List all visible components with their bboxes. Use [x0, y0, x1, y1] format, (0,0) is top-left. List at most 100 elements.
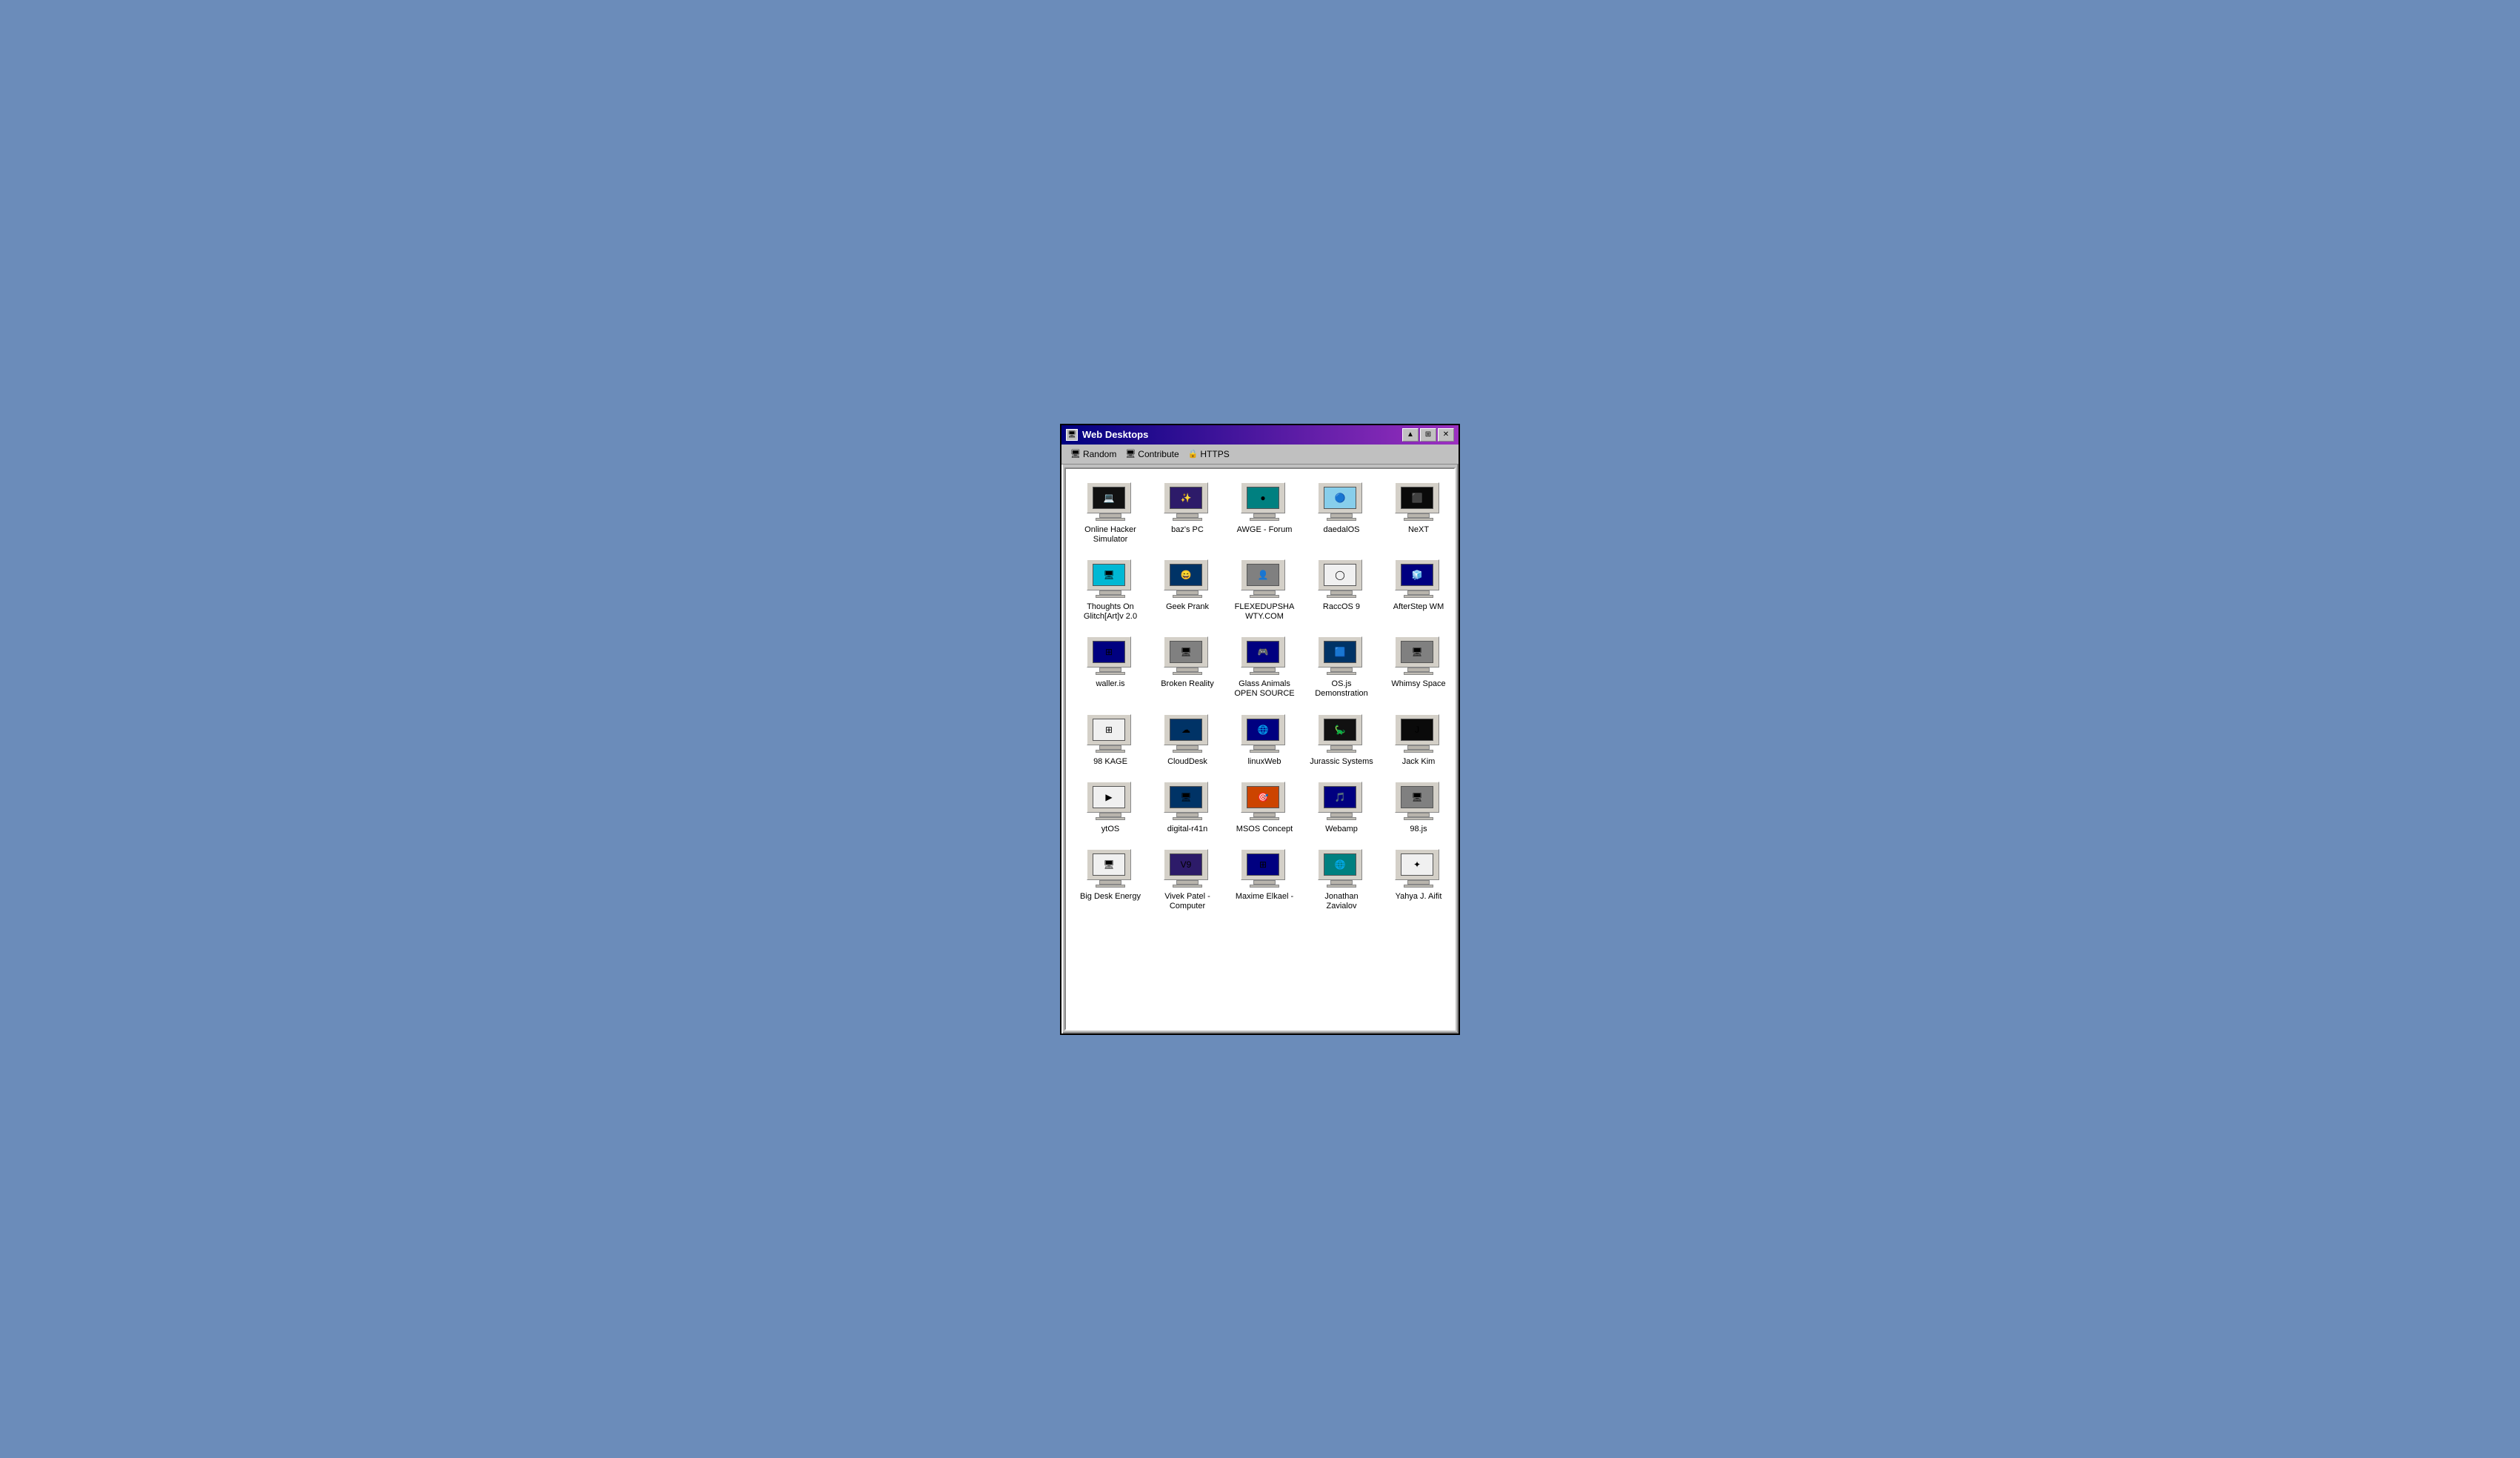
desktop-item-broken-reality[interactable]: 🖥 Broken Reality	[1152, 632, 1223, 703]
desktop-item-jurassic-systems[interactable]: 🦕 Jurassic Systems	[1306, 710, 1377, 771]
monitor-body: 🖥	[1087, 849, 1131, 880]
monitor-screen: 🖥	[1401, 641, 1433, 663]
close-button[interactable]: ✕	[1438, 428, 1454, 442]
monitor-screen: V9	[1170, 853, 1202, 876]
monitor-stand	[1327, 885, 1356, 888]
desktop-item-afterstep[interactable]: 🧊 AfterStep WM	[1383, 555, 1454, 626]
monitor-icon: J	[1395, 714, 1442, 753]
item-label: Webamp	[1325, 825, 1358, 834]
menu-https-label: HTTPS	[1200, 449, 1229, 459]
monitor-stand	[1096, 750, 1125, 753]
desktop-item-glass-animals[interactable]: 🎮 Glass Animals OPEN SOURCE	[1229, 632, 1300, 703]
monitor-body: 🎵	[1318, 782, 1362, 813]
item-label: MSOS Concept	[1236, 825, 1293, 834]
desktop-item-vivek-patel[interactable]: V9 Vivek Patel - Computer	[1152, 845, 1223, 916]
desktop-item-awge-forum[interactable]: ● AWGE - Forum	[1229, 478, 1300, 549]
monitor-body: ⊞	[1087, 714, 1131, 745]
minimize-button[interactable]: ▲	[1402, 428, 1419, 442]
monitor-body: 🌐	[1318, 849, 1362, 880]
monitor-screen: 🧊	[1401, 564, 1433, 586]
main-window: 🖥 Web Desktops ▲ ⊞ ✕ 🖥 Random 🖥 Contribu…	[1060, 424, 1460, 1035]
desktop-item-maxime-elkael[interactable]: ⊞ Maxime Elkael -	[1229, 845, 1300, 916]
maximize-button[interactable]: ⊞	[1420, 428, 1436, 442]
item-label: 98 KAGE	[1093, 757, 1127, 767]
monitor-screen: 🔵	[1324, 487, 1356, 509]
monitor-icon: ◯	[1318, 559, 1365, 598]
monitor-body: 🖥	[1395, 636, 1439, 668]
monitor-icon: ⊞	[1087, 714, 1134, 753]
menu-https[interactable]: 🔒 HTTPS	[1185, 447, 1233, 461]
monitor-body: ●	[1241, 482, 1285, 513]
desktop-item-thoughts-glitch[interactable]: 🖥 Thoughts On Glitch[Art]v 2.0	[1075, 555, 1146, 626]
desktop-item-ytos[interactable]: ▶ ytOS	[1075, 777, 1146, 839]
monitor-icon: 🖥	[1164, 636, 1211, 675]
desktop-item-raccos9[interactable]: ◯ RaccOS 9	[1306, 555, 1377, 626]
monitor-body: 😄	[1164, 559, 1208, 590]
desktop-item-bazs-pc[interactable]: ✨ baz's PC	[1152, 478, 1223, 549]
desktop-item-online-hacker[interactable]: 💻 Online Hacker Simulator	[1075, 478, 1146, 549]
monitor-body: 🦕	[1318, 714, 1362, 745]
desktop-item-msos-concept[interactable]: 🎯 MSOS Concept	[1229, 777, 1300, 839]
monitor-stand	[1327, 595, 1356, 598]
monitor-body: ◯	[1318, 559, 1362, 590]
monitor-screen: 🖥	[1093, 853, 1125, 876]
item-label: daedalOS	[1324, 525, 1360, 535]
desktop-item-yahya-aifit[interactable]: ✦ Yahya J. Aifit	[1383, 845, 1454, 916]
monitor-screen: J	[1401, 719, 1433, 741]
item-label: RaccOS 9	[1323, 602, 1360, 612]
item-label: Geek Prank	[1166, 602, 1209, 612]
desktop-item-next[interactable]: ⬛ NeXT	[1383, 478, 1454, 549]
monitor-stand	[1327, 518, 1356, 521]
monitor-body: ✨	[1164, 482, 1208, 513]
monitor-body: ⊞	[1241, 849, 1285, 880]
menu-random[interactable]: 🖥 Random	[1067, 447, 1119, 461]
desktop-item-daedal-os[interactable]: 🔵 daedalOS	[1306, 478, 1377, 549]
monitor-stand	[1327, 750, 1356, 753]
monitor-body: 🟦	[1318, 636, 1362, 668]
monitor-stand	[1173, 518, 1202, 521]
monitor-icon: 🖥	[1395, 782, 1442, 820]
desktop-item-waller[interactable]: ⊞ waller.is	[1075, 632, 1146, 703]
desktop-item-jack-kim[interactable]: J Jack Kim	[1383, 710, 1454, 771]
monitor-screen: ✦	[1401, 853, 1433, 876]
desktop-item-jonathan-zavialov[interactable]: 🌐 Jonathan Zavialov	[1306, 845, 1377, 916]
desktop-item-clouddesk[interactable]: ☁ CloudDesk	[1152, 710, 1223, 771]
item-label: Whimsy Space	[1391, 679, 1445, 689]
monitor-icon: 💻	[1087, 482, 1134, 521]
content-area[interactable]: 💻 Online Hacker Simulator ✨ baz's PC ● A…	[1064, 467, 1456, 1031]
monitor-icon: 🎵	[1318, 782, 1365, 820]
monitor-body: 👤	[1241, 559, 1285, 590]
desktop-item-98js[interactable]: 🖥 98.js	[1383, 777, 1454, 839]
monitor-stand	[1250, 750, 1279, 753]
desktop-item-flexedups[interactable]: 👤 FLEXEDUPSHAWTY.COM	[1229, 555, 1300, 626]
window-title: Web Desktops	[1082, 429, 1148, 440]
monitor-screen: 🌐	[1247, 719, 1279, 741]
desktop-item-whimsy-space[interactable]: 🖥 Whimsy Space	[1383, 632, 1454, 703]
monitor-screen: ☁	[1170, 719, 1202, 741]
monitor-icon: ▶	[1087, 782, 1134, 820]
desktop-item-98kage[interactable]: ⊞ 98 KAGE	[1075, 710, 1146, 771]
monitor-screen: 🖥	[1093, 564, 1125, 586]
monitor-body: ⬛	[1395, 482, 1439, 513]
menu-contribute[interactable]: 🖥 Contribute	[1122, 447, 1181, 461]
desktop-item-big-desk-energy[interactable]: 🖥 Big Desk Energy	[1075, 845, 1146, 916]
contribute-icon: 🖥	[1125, 449, 1136, 459]
item-label: baz's PC	[1171, 525, 1204, 535]
monitor-body: J	[1395, 714, 1439, 745]
item-label: Glass Animals OPEN SOURCE	[1232, 679, 1297, 699]
monitor-body: 🖥	[1164, 636, 1208, 668]
desktop-item-digital-r41n[interactable]: 🖥 digital-r41n	[1152, 777, 1223, 839]
monitor-icon: 🖥	[1087, 849, 1134, 888]
desktop-item-geek-prank[interactable]: 😄 Geek Prank	[1152, 555, 1223, 626]
desktop-item-webamp[interactable]: 🎵 Webamp	[1306, 777, 1377, 839]
monitor-icon: ⊞	[1087, 636, 1134, 675]
random-icon: 🖥	[1070, 449, 1081, 459]
item-label: Online Hacker Simulator	[1078, 525, 1143, 545]
monitor-icon: 🦕	[1318, 714, 1365, 753]
monitor-stand	[1404, 750, 1433, 753]
monitor-screen: 😄	[1170, 564, 1202, 586]
icons-grid: 💻 Online Hacker Simulator ✨ baz's PC ● A…	[1072, 475, 1448, 919]
desktop-item-osjs[interactable]: 🟦 OS.js Demonstration	[1306, 632, 1377, 703]
desktop-item-linuxweb[interactable]: 🌐 linuxWeb	[1229, 710, 1300, 771]
monitor-screen: 🎵	[1324, 786, 1356, 808]
